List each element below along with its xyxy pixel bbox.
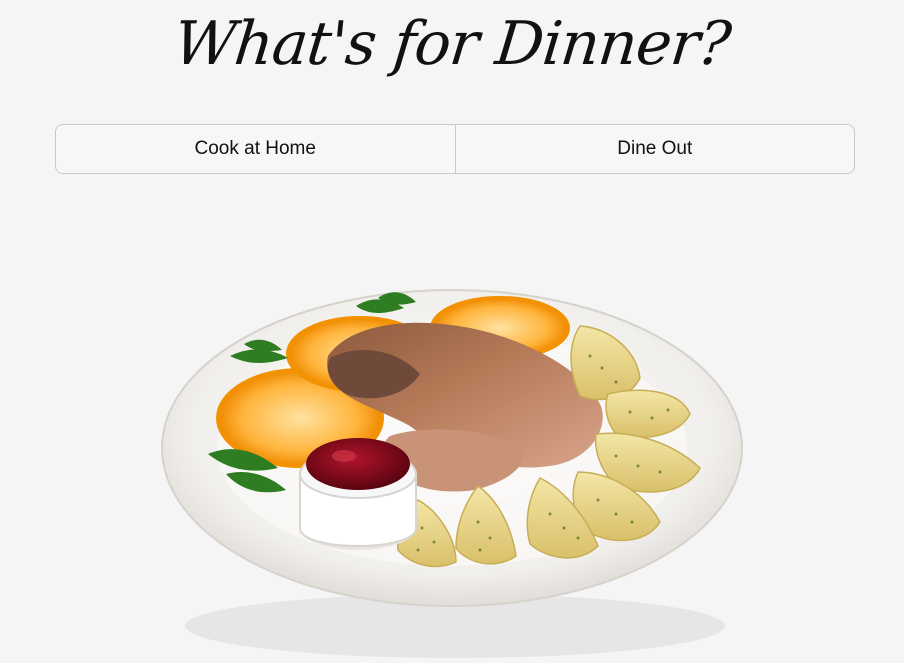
dine-out-button[interactable]: Dine Out [454, 125, 855, 173]
cook-at-home-button[interactable]: Cook at Home [56, 125, 455, 173]
page-title: What's for Dinner? [170, 9, 734, 79]
dining-choice-toggle: Cook at Home Dine Out [55, 124, 855, 174]
dinner-plate-image [160, 286, 750, 663]
